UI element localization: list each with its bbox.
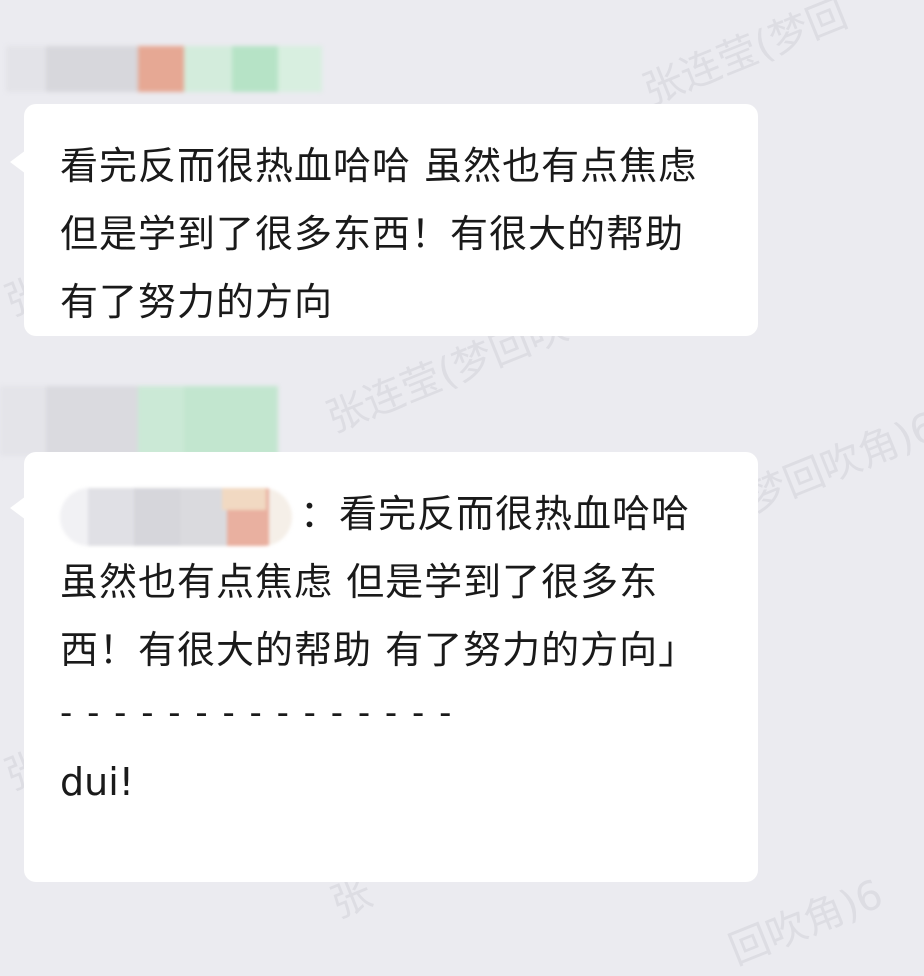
redacted-sender-name bbox=[0, 386, 278, 456]
message-text: 看完反而很热血哈哈 虽然也有点焦虑 但是学到了很多东西！有很大的帮助 有了努力的… bbox=[60, 144, 698, 324]
reply-text: dui! bbox=[60, 760, 134, 804]
redacted-sender-name bbox=[6, 46, 322, 92]
watermark: 梦回吹角)6 bbox=[740, 403, 924, 522]
quote-divider: - - - - - - - - - - - - - - - bbox=[60, 693, 454, 733]
watermark: 张连莹(梦回 bbox=[636, 0, 854, 115]
message-bubble[interactable]: ：看完反而很热血哈哈 虽然也有点焦虑 但是学到了很多东西！有很大的帮助 有了努力… bbox=[10, 452, 758, 882]
redacted-quote-author bbox=[60, 487, 292, 546]
quote-separator: ： bbox=[300, 492, 340, 536]
message-bubble[interactable]: 看完反而很热血哈哈 虽然也有点焦虑 但是学到了很多东西！有很大的帮助 有了努力的… bbox=[10, 104, 758, 336]
quoted-message[interactable]: ：看完反而很热血哈哈 虽然也有点焦虑 但是学到了很多东西！有很大的帮助 有了努力… bbox=[60, 480, 728, 684]
